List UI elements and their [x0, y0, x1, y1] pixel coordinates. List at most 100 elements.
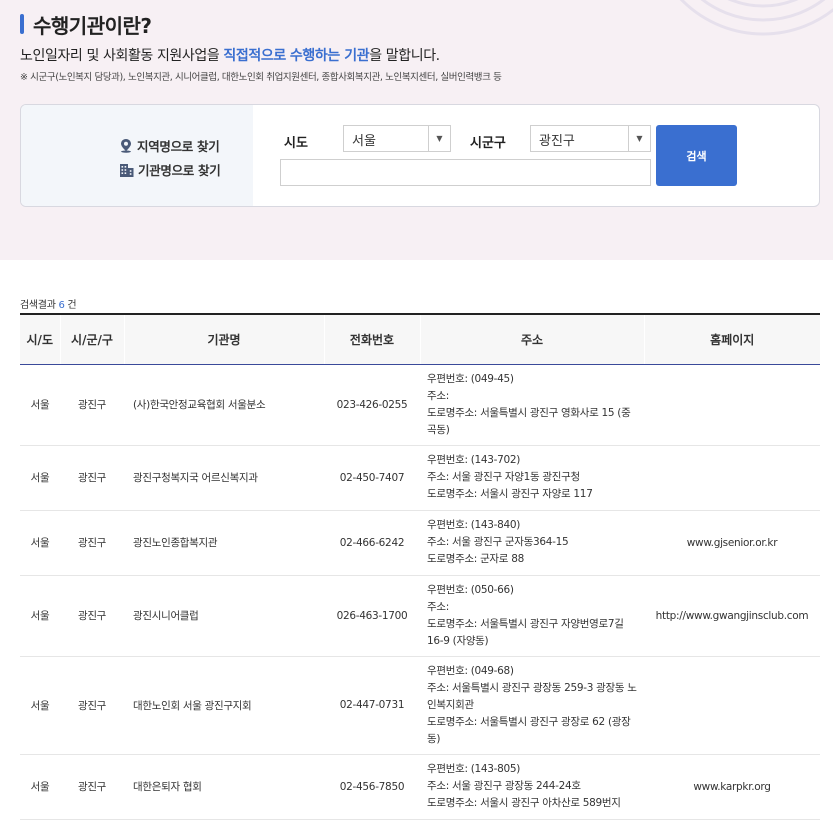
search-by-region-label: 지역명으로 찾기	[137, 139, 220, 154]
lot-address: 주소:	[427, 600, 449, 613]
result-count-suffix: 건	[64, 300, 77, 311]
sido-select[interactable]: 서울 ▼	[343, 125, 451, 152]
cell-organization-name: (사)한국안정교육협회 서울분소	[124, 364, 324, 446]
search-by-region[interactable]: 지역명으로 찾기	[119, 136, 220, 155]
postal-code: 우편번호: (049-45)	[427, 372, 514, 385]
cell-sido: 서울	[20, 510, 60, 576]
result-count-prefix: 검색결과	[20, 300, 59, 311]
subtitle-prefix: 노인일자리 및 사회활동 지원사업을	[20, 48, 224, 64]
cell-organization-name: 대한노인회 서울 광진구지회	[124, 656, 324, 755]
sido-selected-value: 서울	[352, 134, 376, 149]
organization-name-input[interactable]	[280, 159, 651, 186]
column-header-homepage: 홈페이지	[643, 313, 820, 365]
sigungu-label: 시군구	[470, 136, 506, 151]
location-pin-icon	[121, 139, 131, 153]
cell-phone: 02-450-7407	[324, 445, 420, 511]
lot-address: 주소: 서울특별시 광진구 광장동 259-3 광장동 노인복지회관	[427, 681, 637, 711]
sigungu-select[interactable]: 광진구 ▼	[530, 125, 651, 152]
search-box: 지역명으로 찾기 기관명으로 찾기 시도 서울 ▼ 시군구 광진구 ▼ 검색	[20, 104, 820, 207]
search-by-organization[interactable]: 기관명으로 찾기	[119, 160, 221, 179]
lot-address: 주소: 서울 광진구 군자동364-15	[427, 536, 569, 548]
postal-code: 우편번호: (143-805)	[427, 763, 521, 775]
page-subtitle: 노인일자리 및 사회활동 지원사업을 직접적으로 수행하는 기관을 말합니다.	[20, 45, 440, 65]
table-row: 서울 광진구 광진구청복지국 어르신복지과 02-450-7407 우편번호: …	[20, 445, 820, 511]
column-header-address: 주소	[419, 313, 644, 365]
cell-sido: 서울	[20, 656, 60, 755]
cell-address: 우편번호: (049-68) 주소: 서울특별시 광진구 광장동 259-3 광…	[420, 656, 644, 755]
cell-homepage	[644, 656, 820, 755]
cell-phone: 023-426-0255	[324, 364, 420, 446]
cell-address: 우편번호: (143-840) 주소: 서울 광진구 군자동364-15 도로명…	[420, 510, 644, 576]
cell-sido: 서울	[20, 364, 60, 446]
sido-label: 시도	[284, 136, 308, 151]
cell-sigungu: 광진구	[60, 575, 124, 657]
cell-sigungu: 광진구	[60, 754, 124, 820]
postal-code: 우편번호: (050-66)	[427, 583, 514, 596]
lot-address: 주소: 서울 광진구 자양1동 광진구청	[427, 471, 580, 483]
cell-organization-name: 광진구청복지국 어르신복지과	[124, 445, 324, 511]
cell-sigungu: 광진구	[60, 364, 124, 446]
cell-address: 우편번호: (143-702) 주소: 서울 광진구 자양1동 광진구청 도로명…	[420, 445, 644, 511]
lot-address: 주소: 서울 광진구 광장동 244-24호	[427, 780, 581, 792]
road-address: 도로명주소: 서울특별시 광진구 광장로 62 (광장동)	[427, 715, 631, 745]
sigungu-selected-value: 광진구	[539, 134, 575, 149]
cell-homepage: www.karpkr.org	[644, 754, 820, 820]
cell-address: 우편번호: (143-805) 주소: 서울 광진구 광장동 244-24호 도…	[420, 754, 644, 820]
table-row: 서울 광진구 대한노인회 서울 광진구지회 02-447-0731 우편번호: …	[20, 656, 820, 755]
cell-homepage: www.gjsenior.or.kr	[644, 510, 820, 576]
cell-sido: 서울	[20, 445, 60, 511]
page-note: ※ 시군구(노인복지 담당과), 노인복지관, 시니어클럽, 대한노인회 취업지…	[20, 72, 502, 83]
cell-homepage	[644, 364, 820, 446]
search-by-organization-label: 기관명으로 찾기	[138, 163, 221, 178]
column-header-sido: 시/도	[20, 313, 60, 365]
postal-code: 우편번호: (143-840)	[427, 519, 521, 531]
road-address: 도로명주소: 군자로 88	[427, 553, 524, 565]
result-count: 검색결과 6 건	[20, 296, 77, 311]
cell-phone: 02-466-6242	[324, 510, 420, 576]
building-icon	[120, 163, 134, 177]
column-header-name: 기관명	[123, 313, 324, 365]
table-row: 서울 광진구 대한은퇴자 협회 02-456-7850 우편번호: (143-8…	[20, 754, 820, 820]
cell-homepage	[644, 445, 820, 511]
postal-code: 우편번호: (049-68)	[427, 664, 514, 677]
cell-address: 우편번호: (050-66) 주소: 도로명주소: 서울특별시 광진구 자양번영…	[420, 575, 644, 657]
road-address: 도로명주소: 서울시 광진구 자양로 117	[427, 488, 593, 500]
subtitle-highlight-2: 수행하는 기관	[289, 48, 370, 64]
cell-phone: 02-456-7850	[324, 754, 420, 820]
results-table: 시/도 시/군/구 기관명 전화번호 주소 홈페이지 서울 광진구 (사)한국안…	[20, 313, 820, 820]
table-row: 서울 광진구 (사)한국안정교육협회 서울분소 023-426-0255 우편번…	[20, 364, 820, 446]
cell-homepage: http://www.gwangjinsclub.com	[644, 575, 820, 657]
table-row: 서울 광진구 광진시니어클럽 026-463-1700 우편번호: (050-6…	[20, 575, 820, 657]
table-row: 서울 광진구 광진노인종합복지관 02-466-6242 우편번호: (143-…	[20, 510, 820, 576]
cell-sigungu: 광진구	[60, 656, 124, 755]
chevron-down-icon: ▼	[428, 126, 450, 151]
table-header-row: 시/도 시/군/구 기관명 전화번호 주소 홈페이지	[20, 313, 820, 365]
road-address: 도로명주소: 서울특별시 광진구 영화사로 15 (중곡동)	[427, 406, 631, 436]
search-section: 수행기관이란? 노인일자리 및 사회활동 지원사업을 직접적으로 수행하는 기관…	[0, 0, 833, 260]
lot-address: 주소:	[427, 389, 449, 402]
cell-organization-name: 광진시니어클럽	[124, 575, 324, 657]
cell-phone: 02-447-0731	[324, 656, 420, 755]
road-address: 도로명주소: 서울시 광진구 아차산로 589번지	[427, 797, 621, 809]
cell-address: 우편번호: (049-45) 주소: 도로명주소: 서울특별시 광진구 영화사로…	[420, 364, 644, 446]
page-title-row: 수행기관이란?	[20, 11, 152, 38]
search-mode-panel: 지역명으로 찾기 기관명으로 찾기	[21, 105, 253, 206]
subtitle-highlight-1: 직접적으로	[223, 48, 286, 64]
cell-sido: 서울	[20, 575, 60, 657]
column-header-phone: 전화번호	[323, 313, 420, 365]
column-header-sigungu: 시/군/구	[59, 313, 124, 365]
chevron-down-icon: ▼	[628, 126, 650, 151]
postal-code: 우편번호: (143-702)	[427, 454, 521, 466]
cell-organization-name: 광진노인종합복지관	[124, 510, 324, 576]
title-accent-bar	[20, 14, 24, 34]
subtitle-suffix: 을 말합니다.	[369, 48, 440, 64]
cell-organization-name: 대한은퇴자 협회	[124, 754, 324, 820]
road-address: 도로명주소: 서울특별시 광진구 자양번영로7길 16-9 (자양동)	[427, 617, 624, 647]
cell-sigungu: 광진구	[60, 445, 124, 511]
search-button[interactable]: 검색	[656, 125, 737, 186]
cell-sigungu: 광진구	[60, 510, 124, 576]
cell-phone: 026-463-1700	[324, 575, 420, 657]
page-title: 수행기관이란?	[33, 13, 152, 38]
decorative-rings	[679, 0, 833, 36]
cell-sido: 서울	[20, 754, 60, 820]
